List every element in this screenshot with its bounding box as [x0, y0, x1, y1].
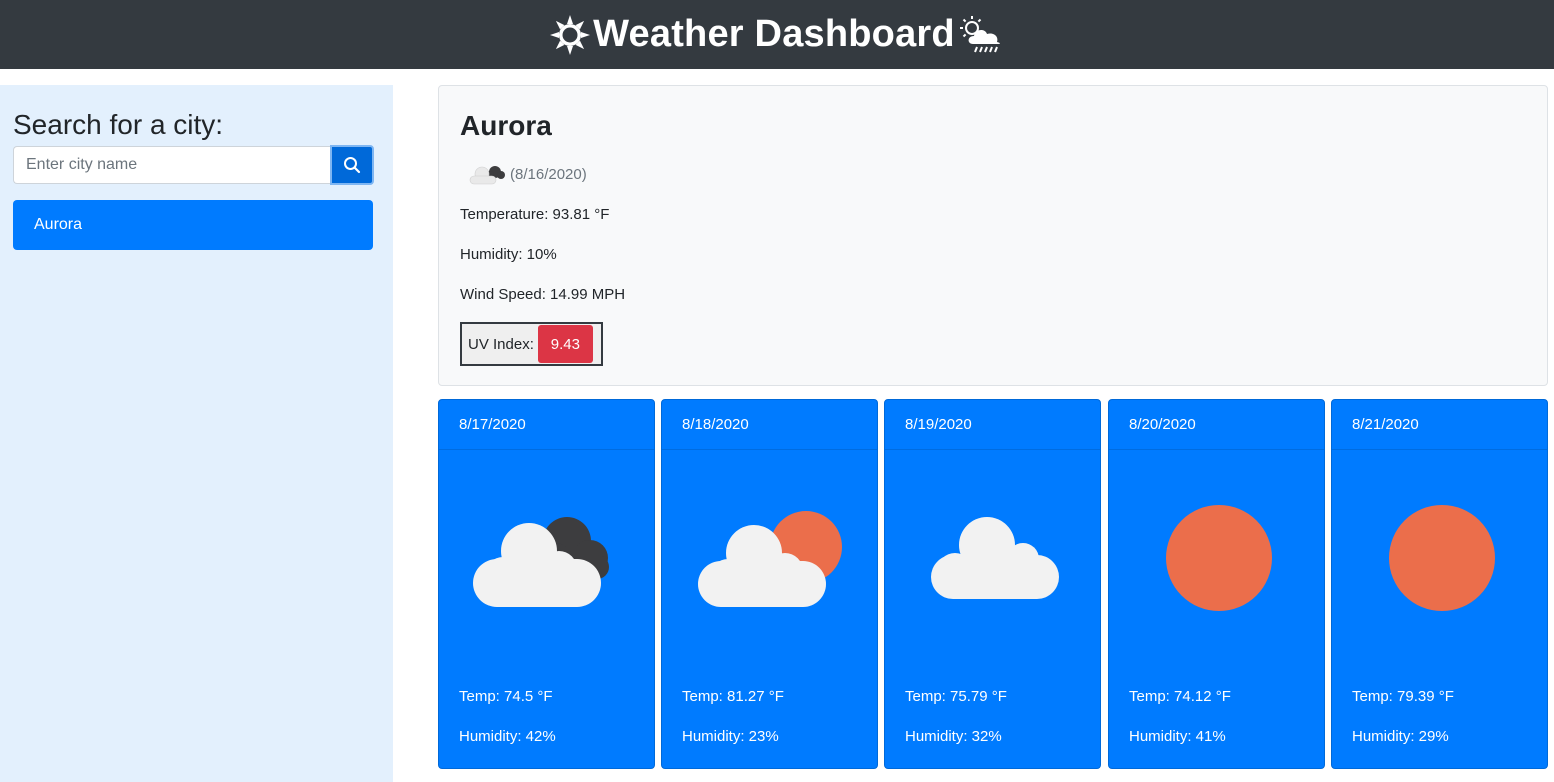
forecast-card: 8/17/2020 Temp: 74.5 °F Humidity: 42%	[438, 399, 655, 769]
forecast-temp: Temp: 79.39 °F	[1352, 688, 1454, 705]
forecast-date: 8/21/2020	[1332, 400, 1547, 450]
city-name: Aurora	[460, 110, 552, 141]
forecast-date: 8/19/2020	[885, 400, 1100, 450]
forecast-card: 8/18/2020 Temp: 81.27 °F Humidity: 23%	[661, 399, 878, 769]
clear-sky-icon	[1166, 505, 1272, 611]
forecast-temp: Temp: 81.27 °F	[682, 688, 784, 705]
forecast-humidity: Humidity: 23%	[682, 728, 779, 745]
scattered-clouds-icon	[931, 517, 1059, 599]
uv-index-label: UV Index:	[468, 335, 534, 353]
search-heading: Search for a city:	[13, 109, 224, 140]
forecast-humidity: Humidity: 41%	[1129, 728, 1226, 745]
app-header: Weather Dashboard	[0, 0, 1554, 69]
forecast-card: 8/19/2020 Temp: 75.79 °F Humidity: 32%	[884, 399, 1101, 769]
sun-icon	[550, 14, 591, 55]
search-icon	[344, 157, 361, 174]
few-clouds-icon	[698, 511, 842, 607]
forecast-date: 8/17/2020	[439, 400, 654, 450]
forecast-card: 8/20/2020 Temp: 74.12 °F Humidity: 41%	[1108, 399, 1325, 769]
forecast-temp: Temp: 75.79 °F	[905, 688, 1007, 705]
city-search-input[interactable]	[13, 146, 331, 184]
uv-index-box: UV Index: 9.43	[460, 322, 603, 366]
sidebar: Search for a city: Aurora	[0, 85, 393, 782]
current-humidity: Humidity: 10%	[460, 246, 557, 263]
forecast-temp: Temp: 74.12 °F	[1129, 688, 1231, 705]
uv-index-badge: 9.43	[537, 325, 593, 363]
forecast-temp: Temp: 74.5 °F	[459, 688, 553, 705]
history-item-label: Aurora	[34, 216, 83, 233]
forecast-humidity: Humidity: 42%	[459, 728, 556, 745]
clear-sky-icon	[1389, 505, 1495, 611]
current-wind-speed: Wind Speed: 14.99 MPH	[460, 286, 626, 303]
forecast-date: 8/18/2020	[662, 400, 877, 450]
forecast-card: 8/21/2020 Temp: 79.39 °F Humidity: 29%	[1331, 399, 1548, 769]
current-temperature: Temperature: 93.81 °F	[460, 206, 610, 223]
search-button[interactable]	[330, 145, 374, 185]
current-date: (8/16/2020)	[510, 166, 587, 183]
page-title: Weather Dashboard	[593, 13, 955, 55]
current-weather-card: Aurora (8/16/2020) Temperature: 93.81 °F…	[438, 85, 1548, 386]
history-item-aurora[interactable]: Aurora	[13, 200, 373, 250]
forecast-humidity: Humidity: 29%	[1352, 728, 1449, 745]
forecast-date: 8/20/2020	[1109, 400, 1324, 450]
forecast-humidity: Humidity: 32%	[905, 728, 1002, 745]
broken-clouds-icon	[473, 517, 609, 607]
cloudy-icon	[469, 166, 505, 185]
sun-cloud-rain-icon	[959, 15, 1000, 52]
